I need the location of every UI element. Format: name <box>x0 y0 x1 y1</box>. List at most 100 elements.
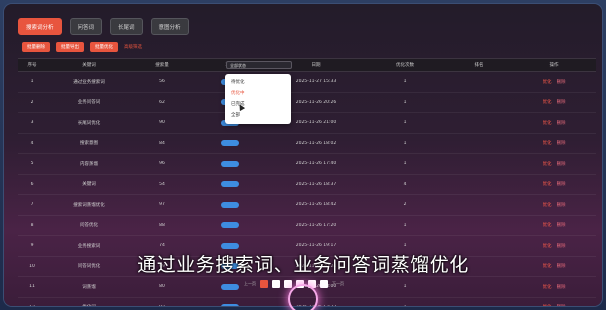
date-cell: 2025-11-26 18:02 <box>295 140 337 146</box>
delete-link[interactable]: 删除 <box>557 202 566 208</box>
header-cell: 关键词 <box>82 63 96 68</box>
row-actions: 优化删除 <box>512 243 596 249</box>
delete-link[interactable]: 删除 <box>557 284 566 290</box>
count-cell: 4 <box>403 181 407 187</box>
delete-link[interactable]: 删除 <box>557 222 566 228</box>
volume-cell: 80 <box>159 284 165 290</box>
delete-link[interactable]: 删除 <box>557 243 566 249</box>
pager-next[interactable]: 下一页 <box>332 281 344 287</box>
toolbar-button-3[interactable]: 批量优化 <box>90 42 118 52</box>
top-tabs: 搜索词分析 问答词 长尾词 意图分析 <box>18 18 189 35</box>
header-cell: 操作 <box>549 63 559 68</box>
status-pill[interactable] <box>221 181 239 188</box>
volume-cell: 97 <box>159 202 165 208</box>
status-dropdown: 待优化 优化中 已完成 全部 <box>225 74 291 124</box>
row-actions: 优化删除 <box>512 99 596 105</box>
delete-link[interactable]: 删除 <box>557 79 566 85</box>
keyword-cell: 关键词 <box>82 182 96 188</box>
toolbar-button-2[interactable]: 批量导出 <box>56 42 84 52</box>
delete-link[interactable]: 删除 <box>557 120 566 126</box>
optimize-link[interactable]: 优化 <box>543 99 552 105</box>
table-row: 1 通过业务搜索词 56 2025-11-27 15:33 1 优化 删除 <box>18 72 596 93</box>
delete-link[interactable]: 删除 <box>557 161 566 167</box>
optimize-link[interactable]: 优化 <box>543 284 552 290</box>
page-button[interactable] <box>272 280 280 288</box>
toolbar-button-1[interactable]: 批量删除 <box>22 42 50 52</box>
tab-1[interactable]: 问答词 <box>69 18 103 35</box>
table-row: 2 业务问答词 62 2025-11-26 20:26 1 优化 删除 <box>18 93 596 113</box>
delete-link[interactable]: 删除 <box>557 304 566 306</box>
optimize-link[interactable]: 优化 <box>543 181 552 187</box>
status-pill[interactable] <box>221 283 239 290</box>
optimize-link[interactable]: 优化 <box>543 243 552 249</box>
volume-cell: 62 <box>159 99 165 105</box>
delete-link[interactable]: 删除 <box>557 140 566 146</box>
volume-cell: 56 <box>159 79 165 85</box>
page-button[interactable] <box>260 280 268 288</box>
count-cell: 1 <box>403 120 407 126</box>
video-subtitle: 通过业务搜索词、业务问答词蒸馏优化 <box>137 254 469 276</box>
count-cell: 1 <box>403 243 407 249</box>
keyword-cell: 搜索意图 <box>80 141 98 147</box>
count-cell: 1 <box>403 99 407 105</box>
optimize-link[interactable]: 优化 <box>543 304 552 306</box>
row-actions: 优化删除 <box>512 202 596 208</box>
table-row: 6 关键词 54 2025-11-26 18:37 4 优化 删除 <box>18 175 596 195</box>
row-number: 7 <box>30 202 34 208</box>
volume-cell: 96 <box>159 161 165 167</box>
row-actions: 优化 删除 <box>512 304 596 306</box>
row-actions: 优化删除 <box>512 140 596 146</box>
page-button[interactable] <box>320 280 328 288</box>
volume-cell: 74 <box>159 243 165 249</box>
status-pill[interactable] <box>221 222 239 229</box>
tab-0[interactable]: 搜索词分析 <box>18 18 62 35</box>
status-pill[interactable] <box>221 242 239 249</box>
row-number: 12 <box>18 305 46 306</box>
page-button[interactable] <box>284 280 292 288</box>
status-pill[interactable] <box>221 304 239 306</box>
volume-cell: 84 <box>159 140 165 146</box>
status-pill[interactable] <box>221 201 239 208</box>
optimize-link[interactable]: 优化 <box>543 222 552 228</box>
delete-link[interactable]: 删除 <box>557 99 566 105</box>
optimize-link[interactable]: 优化 <box>543 140 552 146</box>
status-pill[interactable] <box>221 140 239 147</box>
row-number: 1 <box>30 79 34 85</box>
dropdown-option[interactable]: 全部 <box>225 110 291 121</box>
row-actions: 优化删除 <box>512 284 596 290</box>
optimize-link[interactable]: 优化 <box>543 79 552 85</box>
row-number: 6 <box>30 181 34 187</box>
delete-link[interactable]: 删除 <box>557 181 566 187</box>
optimize-link[interactable]: 优化 <box>543 202 552 208</box>
count-cell: 1 <box>403 284 407 290</box>
header-cell: 序号 <box>27 63 37 68</box>
count-cell: 1 <box>403 161 407 167</box>
toolbar-link[interactable]: 高级筛选 <box>124 44 142 50</box>
tab-3[interactable]: 意图分析 <box>150 18 189 35</box>
row-actions: 优化删除 <box>512 79 596 85</box>
optimize-link[interactable]: 优化 <box>543 120 552 126</box>
row-actions: 优化删除 <box>512 222 596 228</box>
pager-prev[interactable]: 上一页 <box>244 281 256 287</box>
date-cell: 2025-11-26 19:17 <box>295 243 337 249</box>
date-cell: 2025-11-26 17:20 <box>295 222 337 228</box>
table-header: 序号 关键词 搜索量 状态 日期 优化次数 排名 操作 <box>18 58 596 72</box>
row-number: 11 <box>29 284 35 290</box>
table-row: 8 问答优化 88 2025-11-26 17:20 1 优化 删除 <box>18 216 596 236</box>
tab-2[interactable]: 长尾词 <box>110 18 143 35</box>
optimize-link[interactable]: 优化 <box>543 161 552 167</box>
status-pill[interactable] <box>221 160 239 167</box>
dropdown-option[interactable]: 已完成 <box>225 99 291 110</box>
dropdown-option-selected[interactable]: 优化中 <box>225 88 291 99</box>
keyword-cell: 通过业务搜索词 <box>73 79 105 85</box>
volume-cell: 92 <box>132 305 192 306</box>
count-cell: 1 <box>403 140 407 146</box>
row-number: 9 <box>30 243 34 249</box>
keyword-cell: 词蒸馏 <box>82 284 96 290</box>
row-number: 5 <box>30 161 34 167</box>
status-select[interactable]: 全部状态 <box>226 61 292 69</box>
dropdown-option[interactable]: 待优化 <box>225 77 291 88</box>
keyword-cell: 优化词 <box>46 304 132 306</box>
keyword-cell: 业务问答词 <box>77 100 101 106</box>
keyword-cell: 业务搜索词 <box>77 243 101 249</box>
